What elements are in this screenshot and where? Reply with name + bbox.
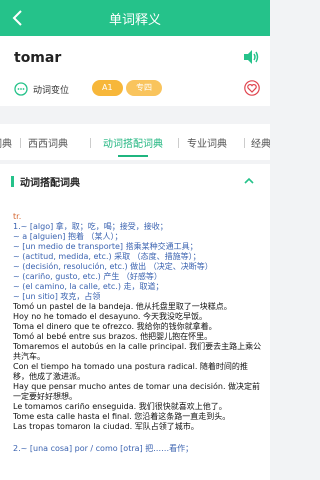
top-bar: 单词释义 bbox=[0, 0, 270, 36]
tab-spanish-spanish[interactable]: 西西词典 bbox=[28, 135, 68, 150]
example-sentence: Las tropas tomaron la ciudad. 军队占领了城市。 bbox=[13, 422, 199, 431]
sense-line: ~ (decisión, resolución, etc.) 做出 （决定、决断… bbox=[13, 262, 213, 271]
favorite-heart-icon[interactable] bbox=[244, 80, 260, 96]
sense-line: ~ [un sitio] 攻克，占领 bbox=[13, 292, 101, 301]
part-of-speech: tr. bbox=[13, 212, 22, 221]
section-header[interactable]: 动词搭配词典 bbox=[0, 164, 270, 198]
level-badge: A1 bbox=[92, 80, 123, 96]
entry-body: tr. 1.~ [algo] 拿，取；吃，喝；接受，接收； ~ a [algui… bbox=[13, 212, 263, 454]
example-sentence: Le tomamos cariño enseguida. 我们很快就喜欢上他了。 bbox=[13, 402, 227, 411]
section-accent-bar bbox=[11, 176, 14, 187]
sense-line: 2.~ [una cosa] por / como [otra] 把……看作； bbox=[13, 444, 194, 453]
tab-verb-collocation[interactable]: 动词搭配词典 bbox=[103, 135, 163, 150]
headword: tomar bbox=[14, 50, 62, 66]
sense-line: ~ [un medio de transporte] 搭乘某种交通工具； bbox=[13, 242, 198, 251]
example-sentence: Hay que pensar mucho antes de tomar una … bbox=[13, 382, 261, 401]
chevron-up-icon[interactable] bbox=[244, 176, 254, 186]
example-sentence: Tome esta calle hasta el final. 您沿着这条路一直… bbox=[13, 412, 231, 421]
tab-professional[interactable]: 专业词典 bbox=[187, 135, 227, 150]
tab-classic[interactable]: 经典 bbox=[251, 135, 270, 150]
dictionary-tabs: 词典 西西词典 动词搭配词典 专业词典 经典 bbox=[0, 124, 270, 160]
sense-line: ~ (actitud, medida, etc.) 采取 （态度、措施等）； bbox=[13, 252, 201, 261]
exam-badge: 专四 bbox=[126, 80, 162, 96]
page-title: 单词释义 bbox=[108, 13, 161, 28]
conjugation-icon[interactable] bbox=[14, 82, 28, 96]
example-sentence: Tomó al bebé entre sus brazos. 他把婴儿抱在怀里。 bbox=[13, 332, 213, 341]
example-sentence: Hoy no he tomado el desayuno. 今天我没吃早饭。 bbox=[13, 312, 207, 321]
sense-line: ~ a [alguien] 抱着 （某人）； bbox=[13, 232, 123, 241]
tab-divider bbox=[178, 138, 179, 148]
sense-line: ~ (el camino, la calle, etc.) 走，取道； bbox=[13, 282, 164, 291]
dictionary-content: 动词搭配词典 tr. 1.~ [algo] 拿，取；吃，喝；接受，接收； ~ a… bbox=[0, 164, 270, 480]
speaker-icon[interactable] bbox=[242, 48, 260, 66]
example-sentence: Toma el dinero que te ofrezco. 我给你的钱你就拿着… bbox=[13, 322, 217, 331]
sense-line: 1.~ [algo] 拿，取；吃，喝；接受，接收； bbox=[13, 222, 168, 231]
word-card: tomar 动词变位 A1 专四 bbox=[0, 36, 270, 106]
section-title: 动词搭配词典 bbox=[20, 178, 80, 189]
tab-divider bbox=[90, 138, 91, 148]
tab-divider bbox=[20, 138, 21, 148]
tab-dictionary[interactable]: 词典 bbox=[0, 135, 12, 150]
active-tab-indicator bbox=[118, 155, 148, 157]
tab-divider bbox=[244, 138, 245, 148]
conjugation-label[interactable]: 动词变位 bbox=[33, 83, 69, 96]
example-sentence: Tomaremos el autobús en la calle princip… bbox=[13, 342, 262, 361]
sense-line: ~ (cariño, gusto, etc.) 产生 （好感等） bbox=[13, 272, 162, 281]
example-sentence: Tomó un pastel de la bandeja. 他从托盘里取了一块糕… bbox=[13, 302, 232, 311]
example-sentence: Con el tiempo ha tomado una postura radi… bbox=[13, 362, 248, 381]
